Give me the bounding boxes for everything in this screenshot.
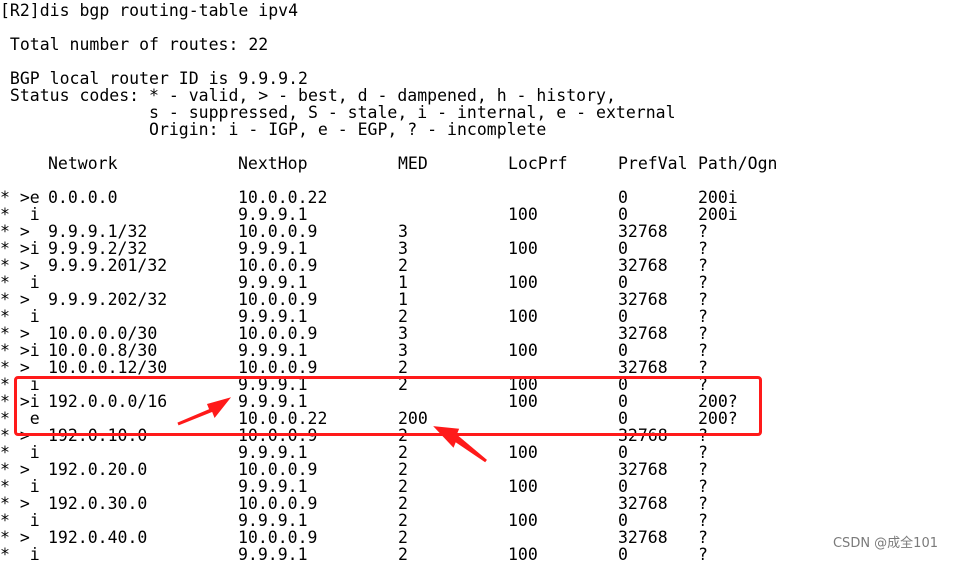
annotation-arrows bbox=[177, 397, 487, 463]
terminal-window[interactable]: [R2]dis bgp routing-table ipv4 Total num… bbox=[0, 0, 954, 563]
arrow-icon bbox=[433, 426, 487, 463]
arrow-icon bbox=[177, 397, 232, 426]
watermark: CSDN @成全101 bbox=[832, 536, 938, 551]
